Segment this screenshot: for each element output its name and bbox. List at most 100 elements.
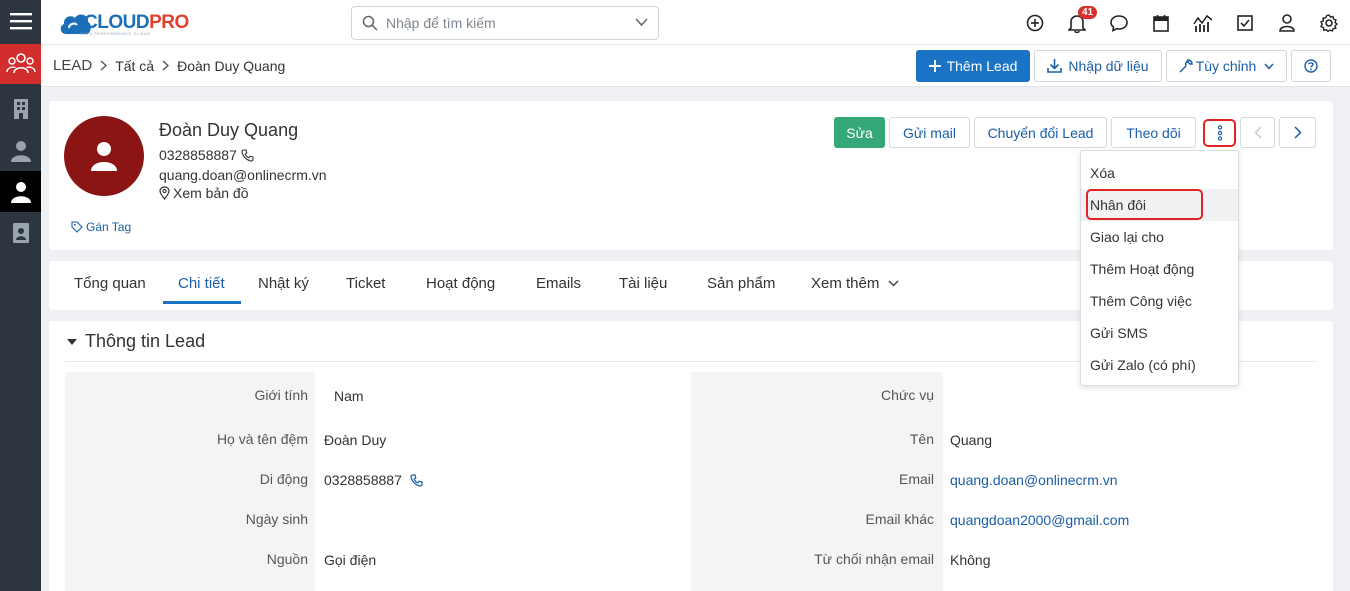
- next-record-button[interactable]: [1279, 117, 1316, 148]
- breadcrumb-current: Đoàn Duy Quang: [177, 57, 286, 74]
- add-lead-label: Thêm Lead: [946, 58, 1018, 74]
- chevron-left-icon: [1253, 126, 1262, 139]
- menu-item-send-zalo[interactable]: Gửi Zalo (có phí): [1081, 349, 1238, 381]
- menu-item-send-sms[interactable]: Gửi SMS: [1081, 317, 1238, 349]
- phone-icon[interactable]: [410, 473, 423, 487]
- previous-record-button[interactable]: [1240, 117, 1275, 148]
- field-value-gender[interactable]: Nam: [334, 388, 364, 404]
- breadcrumb: LEAD Tất cả Đoàn Duy Quang: [53, 57, 285, 74]
- view-map-link[interactable]: Xem bản đồ: [159, 185, 249, 201]
- tab-more[interactable]: Xem thêm: [811, 275, 899, 292]
- tab-activities[interactable]: Hoạt động: [426, 275, 495, 292]
- map-pin-icon: [159, 186, 170, 200]
- tag-icon: [71, 221, 83, 233]
- chevron-down-icon[interactable]: [635, 18, 648, 27]
- menu-item-delete[interactable]: Xóa: [1081, 157, 1238, 189]
- lead-email[interactable]: quang.doan@onlinecrm.vn: [159, 167, 327, 183]
- tasks-icon: [1237, 14, 1253, 31]
- add-lead-button[interactable]: Thêm Lead: [916, 50, 1030, 82]
- calendar-button[interactable]: [1140, 0, 1182, 45]
- menu-item-add-activity[interactable]: Thêm Hoạt động: [1081, 253, 1238, 285]
- field-label-gender: Giới tính: [254, 387, 308, 403]
- more-actions-menu: Xóa Nhân đôi Giao lại cho Thêm Hoạt động…: [1080, 150, 1239, 386]
- plus-icon: [928, 60, 941, 72]
- notification-badge: 41: [1078, 6, 1098, 19]
- tab-documents[interactable]: Tài liệu: [619, 275, 667, 292]
- search-box[interactable]: [351, 6, 659, 40]
- chevron-right-icon: [100, 60, 108, 71]
- sidebar-item-documents[interactable]: [0, 212, 41, 253]
- menu-item-reassign[interactable]: Giao lại cho: [1081, 221, 1238, 253]
- sidebar-item-leads[interactable]: [0, 44, 41, 84]
- add-button[interactable]: [1014, 0, 1056, 45]
- import-data-label: Nhập dữ liệu: [1068, 58, 1149, 74]
- field-label-first-name: Tên: [909, 431, 934, 447]
- wrench-icon: [1179, 59, 1193, 73]
- view-map-label: Xem bản đồ: [173, 185, 249, 201]
- field-label-mobile: Di động: [259, 471, 308, 487]
- duplicate-highlight-box: [1086, 189, 1203, 220]
- follow-button[interactable]: Theo dõi: [1111, 117, 1196, 148]
- left-sidebar: [0, 0, 41, 591]
- field-value-email-opt-out[interactable]: Không: [950, 552, 990, 568]
- tab-details[interactable]: Chi tiết: [178, 275, 225, 292]
- chat-icon: [1110, 14, 1128, 32]
- tasks-button[interactable]: [1224, 0, 1266, 45]
- search-icon: [362, 15, 378, 31]
- import-data-button[interactable]: Nhập dữ liệu: [1034, 50, 1162, 82]
- menu-button[interactable]: [0, 0, 41, 41]
- notifications-button[interactable]: 41: [1056, 0, 1098, 45]
- tab-overview[interactable]: Tổng quan: [74, 275, 146, 292]
- chevron-right-icon: [1293, 126, 1302, 139]
- sidebar-item-lead-active[interactable]: [0, 171, 41, 212]
- section-header[interactable]: Thông tin Lead: [67, 331, 205, 352]
- send-mail-button[interactable]: Gửi mail: [889, 117, 970, 148]
- chevron-down-icon: [888, 280, 899, 287]
- mobile-number[interactable]: 0328858887: [324, 472, 402, 488]
- field-value-email[interactable]: quang.doan@onlinecrm.vn: [950, 472, 1118, 488]
- menu-item-add-task[interactable]: Thêm Công việc: [1081, 285, 1238, 317]
- reports-icon: [1193, 14, 1213, 32]
- caret-down-icon: [67, 338, 77, 345]
- search-input[interactable]: [386, 15, 626, 31]
- field-value-other-email[interactable]: quangdoan2000@gmail.com: [950, 512, 1129, 528]
- chat-button[interactable]: [1098, 0, 1140, 45]
- lead-phone: 0328858887: [159, 147, 254, 163]
- user-button[interactable]: [1266, 0, 1308, 45]
- field-value-first-name[interactable]: Quang: [950, 432, 992, 448]
- convert-lead-button[interactable]: Chuyển đổi Lead: [974, 117, 1107, 148]
- customize-label: Tùy chỉnh: [1195, 58, 1257, 74]
- field-value-middle-name[interactable]: Đoàn Duy: [324, 432, 386, 448]
- sidebar-item-organizations[interactable]: [0, 88, 41, 129]
- building-icon: [12, 98, 30, 120]
- edit-button[interactable]: Sửa: [834, 117, 885, 148]
- help-icon: [1304, 59, 1318, 73]
- tab-emails[interactable]: Emails: [536, 275, 581, 292]
- field-label-source: Nguồn: [266, 551, 308, 567]
- settings-button[interactable]: [1308, 0, 1350, 45]
- leads-group-icon: [5, 52, 36, 76]
- tab-products[interactable]: Sản phẩm: [707, 275, 775, 292]
- reports-button[interactable]: [1182, 0, 1224, 45]
- breadcrumb-all[interactable]: Tất cả: [115, 58, 154, 74]
- breadcrumb-root[interactable]: LEAD: [53, 57, 92, 74]
- person-icon: [10, 181, 32, 203]
- cloudpro-logo[interactable]: CLOUDPRO HIGH PERFORMANCE CLOUD: [58, 10, 189, 36]
- contacts-icon: [10, 140, 32, 162]
- active-tab-indicator: [163, 301, 241, 304]
- tab-ticket[interactable]: Ticket: [346, 275, 385, 292]
- assign-tag-link[interactable]: Gán Tag: [71, 220, 131, 234]
- phone-icon[interactable]: [241, 148, 254, 162]
- sidebar-item-contacts[interactable]: [0, 130, 41, 171]
- top-bar: CLOUDPRO HIGH PERFORMANCE CLOUD 41: [41, 0, 1350, 45]
- field-value-source[interactable]: Gọi điện: [324, 552, 376, 568]
- avatar: [64, 116, 144, 196]
- field-value-mobile[interactable]: 0328858887: [324, 472, 423, 488]
- lead-phone-value[interactable]: 0328858887: [159, 147, 237, 163]
- help-button[interactable]: [1291, 50, 1331, 82]
- field-label-birthday: Ngày sinh: [245, 511, 308, 527]
- customize-button[interactable]: Tùy chỉnh: [1166, 50, 1287, 82]
- field-label-email-opt-out: Từ chối nhận email: [814, 551, 934, 567]
- more-actions-button[interactable]: [1203, 119, 1236, 147]
- tab-history[interactable]: Nhật ký: [258, 275, 309, 292]
